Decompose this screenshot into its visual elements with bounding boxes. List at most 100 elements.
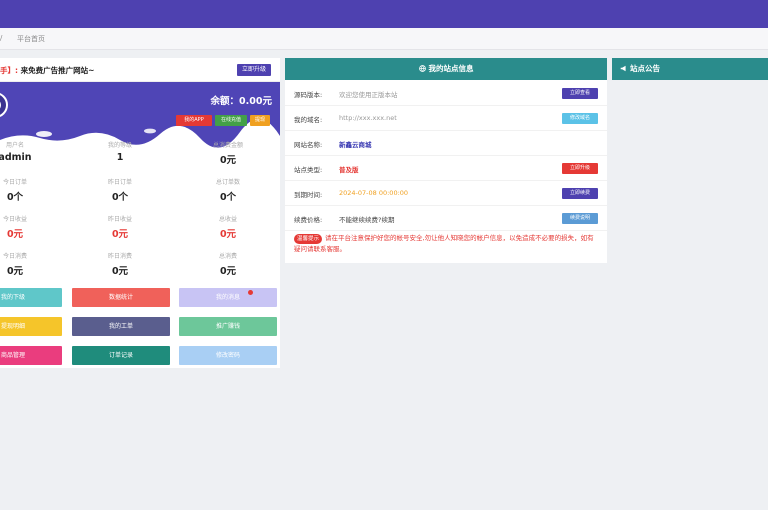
balance-text: 余额：0.00元 <box>210 96 272 107</box>
stat-label: 今日订单 <box>2 179 27 186</box>
info-value: 欢迎您使用正版本站 <box>339 91 398 99</box>
quick-button[interactable]: 修改密码 <box>179 346 277 365</box>
warm-notice: 温馨提示 请在平台注意保护好您的帐号安全,勿让他人知晓您的帐户信息，以免造成不必要… <box>294 233 600 255</box>
user-panel-header: 手】: 来免费广告推广网站~ 立即升级 <box>0 58 280 82</box>
quick-button-label: 推广赚钱 <box>215 323 240 330</box>
stat-item: 昨日消费 0元 <box>75 251 165 277</box>
info-key: 网站名称: <box>294 141 323 149</box>
info-action-button[interactable]: 立即续费 <box>562 188 598 199</box>
avatar[interactable] <box>0 92 8 118</box>
quick-button-label: 商品管理 <box>0 352 25 359</box>
stat-label: 总订单数 <box>215 179 240 186</box>
info-key: 源码版本: <box>294 91 323 99</box>
info-row: 源码版本: 欢迎您使用正版本站 立即查看 <box>285 81 607 106</box>
stat-item: 总消费 0元 <box>183 251 273 277</box>
stat-value: 0个 <box>6 192 24 203</box>
quick-button[interactable]: 推广赚钱 <box>179 317 277 336</box>
info-row: 站点类型: 普及版 立即升级 <box>285 156 607 181</box>
quick-button[interactable]: 提现明细 <box>0 317 62 336</box>
quick-button[interactable]: 我的下级 <box>0 288 62 307</box>
my-app-button[interactable]: 我的APP <box>176 115 212 126</box>
stat-item: 总订单数 0个 <box>183 177 273 203</box>
stat-value: 0个 <box>111 192 129 203</box>
stat-item: 总消费金额 0元 <box>183 140 273 166</box>
stat-value: 0元 <box>6 266 24 277</box>
info-action-button[interactable]: 修改域名 <box>562 113 598 124</box>
stat-label: 昨日消费 <box>107 253 132 260</box>
quick-button[interactable]: 订单记录 <box>72 346 170 365</box>
stat-label: 总收益 <box>218 216 237 223</box>
stat-value: 1 <box>116 152 124 163</box>
info-row: 网站名称: 新鑫云商城 <box>285 131 607 156</box>
user-panel: 手】: 来免费广告推广网站~ 立即升级 余额：0.00元 我的APP 在线充值 … <box>0 58 280 368</box>
site-info-panel: 我的站点信息 源码版本: 欢迎您使用正版本站 立即查看我的域名: http://xxx… <box>285 58 607 263</box>
info-action-button[interactable]: 立即升级 <box>562 163 598 174</box>
stat-label: 我的等级 <box>107 142 132 149</box>
withdraw-button[interactable]: 提现 <box>250 115 270 126</box>
info-value: 新鑫云商城 <box>339 141 372 149</box>
info-key: 站点类型: <box>294 166 323 174</box>
stat-value: 0元 <box>219 155 237 166</box>
info-value: 普及版 <box>339 166 359 174</box>
info-value: 2024-07-08 00:00:00 <box>339 189 409 197</box>
upgrade-button[interactable]: 立即升级 <box>237 64 271 76</box>
notice-text: 请在平台注意保护好您的帐号安全,勿让他人知晓您的帐户信息，以免造成不必要的损失，… <box>294 234 594 253</box>
recharge-button[interactable]: 在线充值 <box>215 115 247 126</box>
stat-label: 昨日订单 <box>107 179 132 186</box>
user-panel-title: 手】: 来免费广告推广网站~ <box>0 66 95 75</box>
stat-value: 0个 <box>219 192 237 203</box>
stat-value: admin <box>0 152 32 163</box>
site-info-header: 我的站点信息 <box>285 58 607 80</box>
quick-button-label: 数据统计 <box>108 294 133 301</box>
quick-button-label: 我的消息 <box>215 294 240 301</box>
stat-item: 今日订单 0个 <box>0 177 60 203</box>
info-row: 续费价格: 不能继续续费?续期 续费说明 <box>285 206 607 231</box>
stat-item: 今日收益 0元 <box>0 214 60 240</box>
quick-button-label: 我的下级 <box>0 294 25 301</box>
notice-tag: 温馨提示 <box>294 234 323 244</box>
stat-value: 0元 <box>111 266 129 277</box>
quick-button-label: 提现明细 <box>0 323 25 330</box>
quick-button[interactable]: 商品管理 <box>0 346 62 365</box>
breadcrumb-current[interactable]: 平台首页 <box>17 34 45 44</box>
info-value: 不能继续续费?续期 <box>339 216 395 224</box>
info-action-button[interactable]: 续费说明 <box>562 213 598 224</box>
announcement-panel: 站点公告 <box>612 58 768 80</box>
top-navbar <box>0 0 768 28</box>
info-key: 续费价格: <box>294 216 323 224</box>
stat-item: 用户名 admin <box>0 140 60 163</box>
stat-label: 今日消费 <box>2 253 27 260</box>
globe-icon <box>418 65 426 72</box>
stat-item: 总收益 0元 <box>183 214 273 240</box>
info-action-button[interactable]: 立即查看 <box>562 88 598 99</box>
quick-button-label: 我的工单 <box>108 323 133 330</box>
quick-button[interactable]: 数据统计 <box>72 288 170 307</box>
stat-item: 今日消费 0元 <box>0 251 60 277</box>
stat-item: 昨日订单 0个 <box>75 177 165 203</box>
stat-label: 总消费金额 <box>212 142 243 149</box>
stat-label: 昨日收益 <box>107 216 132 223</box>
stat-value: 0元 <box>219 229 237 240</box>
megaphone-icon <box>620 65 626 72</box>
stat-value: 0元 <box>6 229 24 240</box>
stat-item: 昨日收益 0元 <box>75 214 165 240</box>
info-key: 我的域名: <box>294 116 323 124</box>
info-key: 到期时间: <box>294 191 323 199</box>
quick-button[interactable]: 我的消息 <box>179 288 277 307</box>
info-row: 我的域名: http://xxx.xxx.net 修改域名 <box>285 106 607 131</box>
unread-dot <box>248 290 253 295</box>
stat-value: 0元 <box>219 266 237 277</box>
stat-item: 我的等级 1 <box>75 140 165 163</box>
info-value: http://xxx.xxx.net <box>339 114 397 122</box>
announcement-header: 站点公告 <box>612 58 768 80</box>
breadcrumb: / 平台首页 <box>0 28 768 50</box>
breadcrumb-separator: / <box>0 34 3 42</box>
stat-value: 0元 <box>111 229 129 240</box>
info-row: 到期时间: 2024-07-08 00:00:00 立即续费 <box>285 181 607 206</box>
stat-label: 总消费 <box>218 253 237 260</box>
quick-button[interactable]: 我的工单 <box>72 317 170 336</box>
quick-button-label: 订单记录 <box>108 352 133 359</box>
quick-button-label: 修改密码 <box>215 352 240 359</box>
stat-label: 今日收益 <box>2 216 27 223</box>
stat-label: 用户名 <box>5 142 24 149</box>
